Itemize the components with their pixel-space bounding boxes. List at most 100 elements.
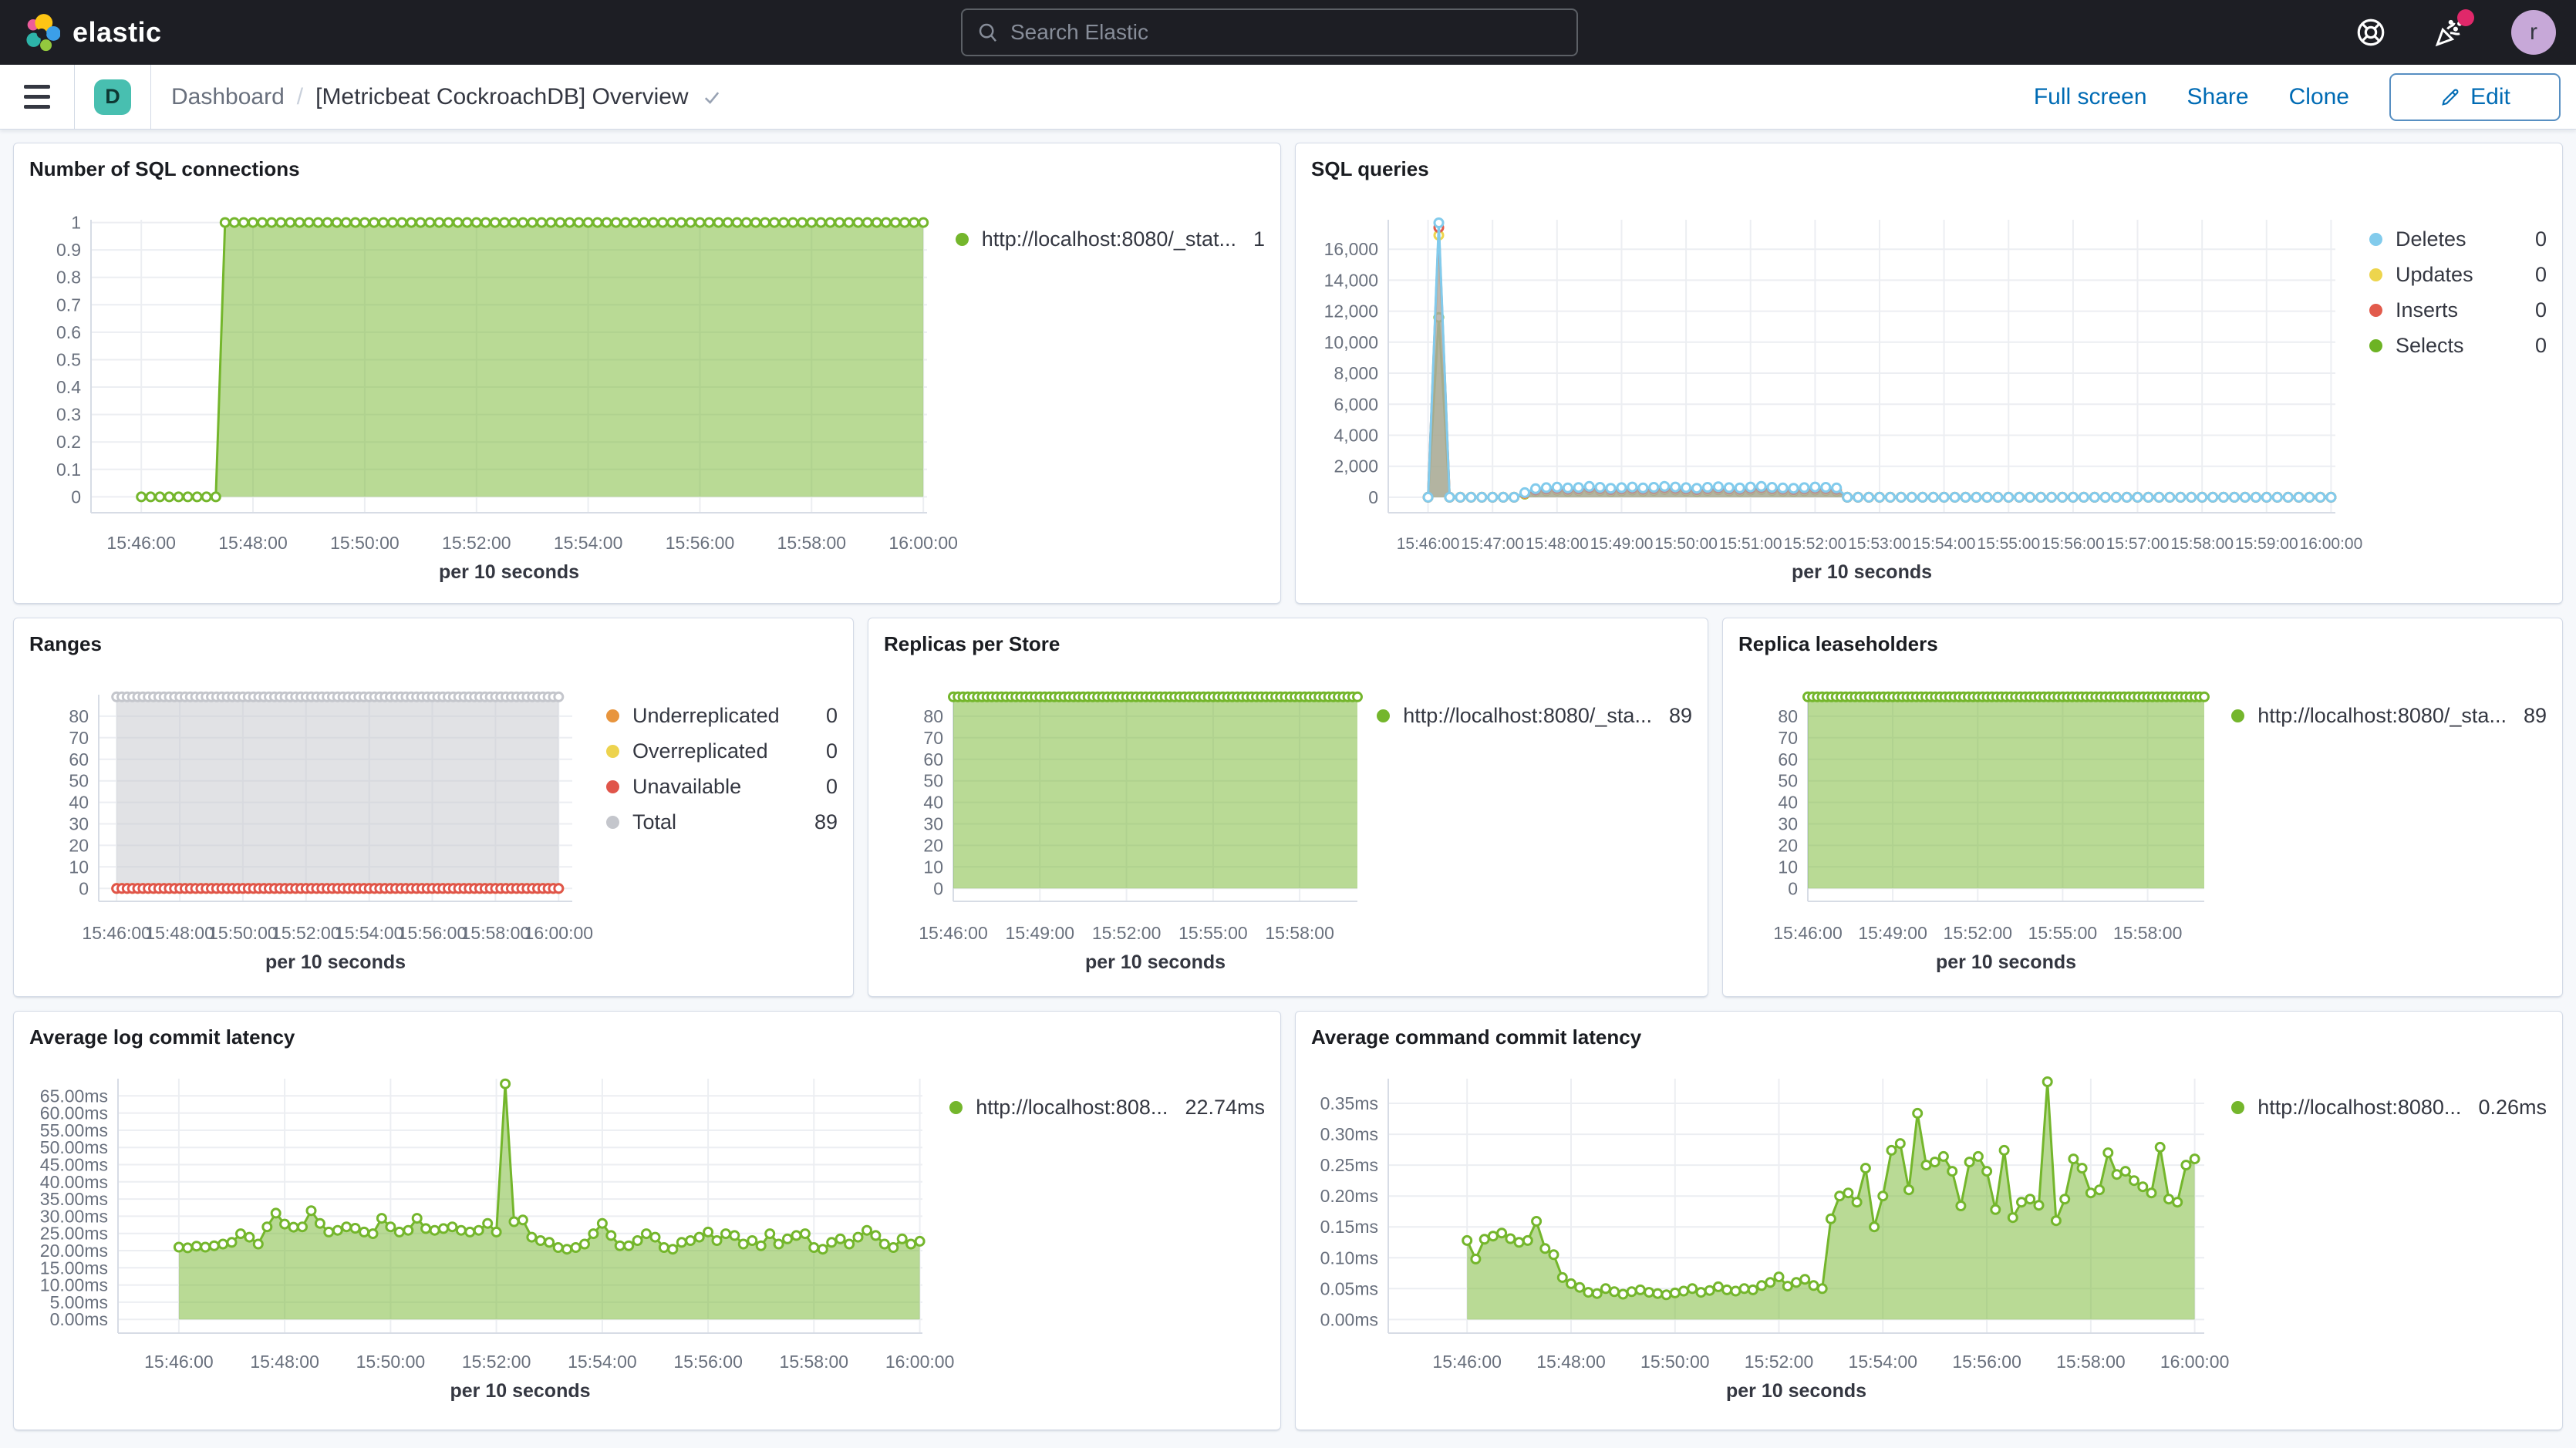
legend-item[interactable]: Updates 0 bbox=[2369, 263, 2547, 287]
replicas-per-store-chart[interactable]: 0102030405060708015:46:0015:49:0015:52:0… bbox=[884, 662, 1354, 978]
panel-title: Average command commit latency bbox=[1311, 1025, 2547, 1049]
svg-text:per 10 seconds: per 10 seconds bbox=[439, 561, 579, 583]
svg-text:35.00ms: 35.00ms bbox=[40, 1189, 108, 1209]
svg-text:20: 20 bbox=[1778, 835, 1798, 855]
chart-legend: http://localhost:8080...0.26ms bbox=[2208, 1056, 2547, 1406]
legend-item[interactable]: http://localhost:8080...0.26ms bbox=[2231, 1096, 2547, 1120]
svg-text:15.00ms: 15.00ms bbox=[40, 1258, 108, 1278]
svg-text:80: 80 bbox=[69, 706, 89, 726]
global-search[interactable] bbox=[961, 8, 1578, 56]
legend-series-dot bbox=[2369, 268, 2382, 281]
chart-legend: http://localhost:8080/_sta...89 bbox=[1354, 662, 1692, 978]
svg-text:50: 50 bbox=[923, 771, 943, 791]
svg-text:per 10 seconds: per 10 seconds bbox=[1726, 1380, 1866, 1402]
check-icon bbox=[701, 86, 723, 108]
legend-item[interactable]: http://localhost:8080/_sta...89 bbox=[2231, 704, 2547, 728]
panel-sql-queries: SQL queries 02,0004,0006,0008,00010,0001… bbox=[1295, 143, 2563, 604]
svg-text:0.00ms: 0.00ms bbox=[1320, 1309, 1378, 1329]
legend-item[interactable]: Overreplicated0 bbox=[606, 739, 838, 763]
legend-item[interactable]: Total89 bbox=[606, 810, 838, 834]
svg-text:0.5: 0.5 bbox=[56, 350, 81, 370]
clone-button[interactable]: Clone bbox=[2289, 84, 2349, 110]
svg-text:15:56:00: 15:56:00 bbox=[398, 923, 467, 943]
svg-text:60.00ms: 60.00ms bbox=[40, 1103, 108, 1123]
legend-item[interactable]: Underreplicated 0 bbox=[606, 704, 838, 728]
svg-text:15:54:00: 15:54:00 bbox=[568, 1352, 637, 1372]
help-button[interactable] bbox=[2354, 15, 2388, 49]
legend-series-dot bbox=[956, 233, 969, 246]
svg-text:4,000: 4,000 bbox=[1334, 426, 1378, 446]
svg-text:70: 70 bbox=[923, 728, 943, 748]
svg-text:70: 70 bbox=[69, 728, 89, 748]
svg-text:50.00ms: 50.00ms bbox=[40, 1137, 108, 1157]
panel-title: SQL queries bbox=[1311, 157, 2547, 181]
news-button[interactable] bbox=[2433, 15, 2466, 49]
full-screen-button[interactable]: Full screen bbox=[2034, 84, 2147, 110]
legend-series-value: 0 bbox=[2518, 263, 2547, 287]
panel-title: Ranges bbox=[29, 632, 838, 656]
legend-item[interactable]: Selects0 bbox=[2369, 334, 2547, 358]
legend-series-label: Deletes bbox=[2396, 227, 2466, 251]
ranges-chart[interactable]: 0102030405060708015:46:0015:48:0015:50:0… bbox=[29, 662, 583, 978]
global-header: elastic r bbox=[0, 0, 2576, 65]
space-switcher[interactable]: D bbox=[75, 65, 150, 130]
legend-series-label: http://localhost:8080/_sta... bbox=[2257, 704, 2507, 728]
legend-series-label: Updates bbox=[2396, 263, 2473, 287]
svg-text:15:48:00: 15:48:00 bbox=[1526, 535, 1589, 553]
svg-text:15:56:00: 15:56:00 bbox=[1952, 1352, 2021, 1372]
sql-connections-chart[interactable]: 00.10.20.30.40.50.60.70.80.9115:46:0015:… bbox=[29, 187, 932, 588]
legend-item[interactable]: Inserts0 bbox=[2369, 298, 2547, 322]
legend-item[interactable]: Unavailable0 bbox=[606, 775, 838, 799]
avg-command-commit-latency-chart[interactable]: 0.00ms0.05ms0.10ms0.15ms0.20ms0.25ms0.30… bbox=[1311, 1056, 2208, 1406]
breadcrumb-dashboard-link[interactable]: Dashboard bbox=[171, 84, 285, 110]
svg-text:15:53:00: 15:53:00 bbox=[1848, 535, 1911, 553]
breadcrumb-current[interactable]: [Metricbeat CockroachDB] Overview bbox=[315, 84, 723, 110]
legend-series-value: 89 bbox=[1652, 704, 1692, 728]
legend-series-value: 0.26ms bbox=[2461, 1096, 2547, 1120]
elastic-logo[interactable]: elastic bbox=[23, 13, 162, 52]
legend-series-dot bbox=[949, 1101, 963, 1114]
svg-text:8,000: 8,000 bbox=[1334, 363, 1378, 383]
notification-dot bbox=[2457, 9, 2474, 26]
legend-item[interactable]: http://localhost:808...22.74ms bbox=[949, 1096, 1265, 1120]
replica-leaseholders-chart[interactable]: 0102030405060708015:46:0015:49:0015:52:0… bbox=[1738, 662, 2208, 978]
svg-text:30: 30 bbox=[69, 814, 89, 834]
panel-title: Average log commit latency bbox=[29, 1025, 1265, 1049]
legend-series-value: 0 bbox=[809, 704, 838, 728]
svg-text:15:58:00: 15:58:00 bbox=[1265, 923, 1334, 943]
legend-item[interactable]: http://localhost:8080/_stat...1 bbox=[956, 227, 1265, 251]
search-input[interactable] bbox=[1010, 20, 1563, 45]
svg-text:15:54:00: 15:54:00 bbox=[1849, 1352, 1918, 1372]
user-avatar[interactable]: r bbox=[2511, 10, 2556, 55]
svg-text:15:46:00: 15:46:00 bbox=[144, 1352, 214, 1372]
breadcrumb: Dashboard / [Metricbeat CockroachDB] Ove… bbox=[171, 84, 723, 110]
svg-text:15:47:00: 15:47:00 bbox=[1461, 535, 1524, 553]
svg-text:15:56:00: 15:56:00 bbox=[666, 533, 735, 553]
legend-series-value: 89 bbox=[797, 810, 838, 834]
svg-text:15:52:00: 15:52:00 bbox=[1745, 1352, 1814, 1372]
legend-item[interactable]: Deletes0 bbox=[2369, 227, 2547, 251]
svg-text:65.00ms: 65.00ms bbox=[40, 1086, 108, 1106]
svg-text:60: 60 bbox=[1778, 749, 1798, 769]
svg-text:80: 80 bbox=[923, 706, 943, 726]
svg-text:80: 80 bbox=[1778, 706, 1798, 726]
chart-legend: http://localhost:8080/_sta...89 bbox=[2208, 662, 2547, 978]
svg-text:15:56:00: 15:56:00 bbox=[673, 1352, 743, 1372]
legend-item[interactable]: http://localhost:8080/_sta...89 bbox=[1377, 704, 1692, 728]
legend-series-label: Underreplicated bbox=[632, 704, 780, 728]
sql-queries-chart[interactable]: 02,0004,0006,0008,00010,00012,00014,0001… bbox=[1311, 187, 2346, 588]
svg-text:15:55:00: 15:55:00 bbox=[1178, 923, 1248, 943]
share-button[interactable]: Share bbox=[2187, 84, 2249, 110]
svg-text:15:54:00: 15:54:00 bbox=[554, 533, 623, 553]
edit-button[interactable]: Edit bbox=[2389, 73, 2561, 121]
svg-text:0: 0 bbox=[1788, 878, 1798, 898]
svg-text:60: 60 bbox=[69, 749, 89, 769]
svg-text:20.00ms: 20.00ms bbox=[40, 1241, 108, 1261]
avg-log-commit-latency-chart[interactable]: 0.00ms5.00ms10.00ms15.00ms20.00ms25.00ms… bbox=[29, 1056, 926, 1406]
panel-title: Number of SQL connections bbox=[29, 157, 1265, 181]
svg-text:0: 0 bbox=[1368, 487, 1378, 507]
svg-text:15:48:00: 15:48:00 bbox=[145, 923, 214, 943]
svg-text:40: 40 bbox=[1778, 793, 1798, 813]
menu-button[interactable] bbox=[0, 65, 74, 130]
svg-text:10,000: 10,000 bbox=[1324, 332, 1378, 352]
